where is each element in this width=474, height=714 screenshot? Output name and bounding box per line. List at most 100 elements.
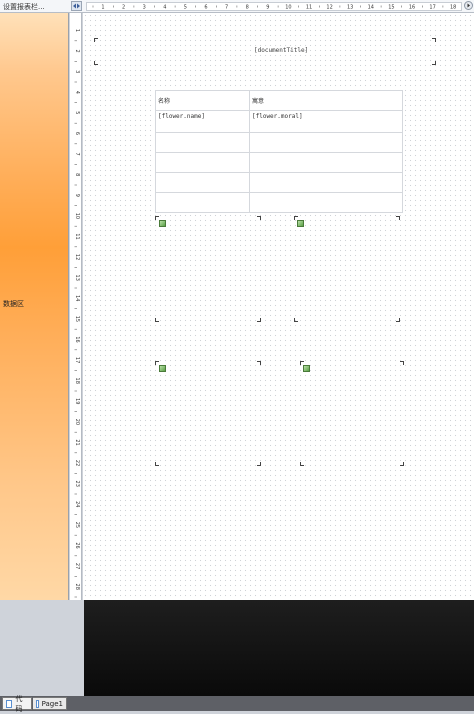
ruler-number: 20 <box>74 419 80 425</box>
ruler-number: 2 <box>122 5 125 10</box>
picture-icon[interactable] <box>159 220 166 227</box>
ruler-number: 27 <box>74 563 80 569</box>
ruler-number: 4 <box>74 91 80 94</box>
table-cell[interactable] <box>249 192 403 213</box>
vertical-ruler-ticks: 1234567891011121314151617181920212223242… <box>74 29 80 598</box>
image-box-corner-tr <box>396 216 400 220</box>
ruler-number: 14 <box>368 5 374 10</box>
image-box-corner-tr <box>257 361 261 365</box>
ruler-number: 28 <box>74 584 80 590</box>
image-box-corner-bl <box>294 318 298 322</box>
ruler-number: 18 <box>74 378 80 384</box>
ruler-number: 11 <box>306 5 312 10</box>
ruler-number: 2 <box>74 50 80 53</box>
table-header-cell[interactable]: 寓意 <box>249 90 403 111</box>
ruler-number: 3 <box>143 5 146 10</box>
horizontal-ruler-ticks: 1 2 3 4 5 6 7 8 9 10 11 12 13 14 15 16 17 18 <box>92 5 456 10</box>
ruler-number: 26 <box>74 542 80 548</box>
ruler-number: 19 <box>74 398 80 404</box>
image-box-corner-bl <box>155 318 159 322</box>
ruler-number: 6 <box>74 132 80 135</box>
table-header-row: 名称 寓意 <box>155 90 403 111</box>
ruler-number: 6 <box>204 5 207 10</box>
ruler-number: 13 <box>347 5 353 10</box>
title-box-corner-tr <box>432 38 436 42</box>
ruler-scroll-right-button[interactable] <box>464 1 473 10</box>
table-cell[interactable] <box>155 152 250 173</box>
data-table[interactable]: 名称 寓意 [flower.name] [flower.moral] <box>155 90 403 213</box>
table-cell[interactable] <box>249 172 403 193</box>
ruler-number: 17 <box>429 5 435 10</box>
band-label: 数据区 <box>3 300 24 308</box>
page-icon <box>36 699 39 708</box>
table-row <box>155 192 403 213</box>
table-row <box>155 172 403 193</box>
ruler-number: 9 <box>266 5 269 10</box>
image-box-corner-tr <box>400 361 404 365</box>
table-cell[interactable] <box>249 152 403 173</box>
ruler-number: 16 <box>409 5 415 10</box>
ruler-number: 7 <box>74 153 80 156</box>
picture-icon[interactable] <box>303 365 310 372</box>
bottom-left-filler <box>0 600 83 696</box>
title-box-corner-bl <box>94 61 98 65</box>
table-cell[interactable]: [flower.moral] <box>249 110 403 133</box>
ruler-number: 5 <box>184 5 187 10</box>
ruler-number: 13 <box>74 275 80 281</box>
table-cell[interactable] <box>155 132 250 153</box>
tab-page1[interactable]: Page1 <box>33 697 67 710</box>
ruler-number: 1 <box>101 5 104 10</box>
ruler-number: 4 <box>163 5 166 10</box>
document-title-field[interactable]: [documentTitle] <box>254 47 308 54</box>
ruler-number: 24 <box>74 501 80 507</box>
table-cell[interactable] <box>155 192 250 213</box>
ruler-number: 25 <box>74 522 80 528</box>
table-cell[interactable]: [flower.name] <box>155 110 250 133</box>
horizontal-ruler: 1 2 3 4 5 6 7 8 9 10 11 12 13 14 15 16 17 18 <box>86 2 462 11</box>
table-row <box>155 152 403 173</box>
collapse-panel-button[interactable] <box>71 1 82 11</box>
double-arrow-icon <box>73 3 80 9</box>
ruler-number: 14 <box>74 295 80 301</box>
code-file-icon <box>6 699 13 708</box>
ruler-number: 10 <box>74 213 80 219</box>
ruler-number: 7 <box>225 5 228 10</box>
image-box-corner-br <box>396 318 400 322</box>
report-band-settings-title[interactable]: 设置报表栏... <box>3 2 45 12</box>
ruler-number: 15 <box>74 316 80 322</box>
ruler-number: 23 <box>74 481 80 487</box>
ruler-number: 16 <box>74 336 80 342</box>
vertical-ruler: 1 2 3 4 5 6 7 8 9 10 11 12 13 14 15 16 17 18 19 20 21 22 23 24 2… <box>70 13 82 600</box>
ruler-number: 17 <box>74 357 80 363</box>
ruler-number: 3 <box>74 70 80 73</box>
ruler-number: 5 <box>74 111 80 114</box>
table-row <box>155 132 403 153</box>
ruler-number: 12 <box>74 254 80 260</box>
ruler-number: 18 <box>450 5 456 10</box>
chevron-right-icon <box>467 3 470 8</box>
table-cell[interactable] <box>249 132 403 153</box>
tab-code[interactable]: 代码 <box>2 695 32 713</box>
ruler-number: 9 <box>74 194 80 197</box>
ruler-number: 15 <box>388 5 394 10</box>
image-box-corner-br <box>257 318 261 322</box>
ruler-number: 12 <box>326 5 332 10</box>
picture-icon[interactable] <box>297 220 304 227</box>
image-box-corner-bl <box>300 462 304 466</box>
output-panel <box>84 600 474 696</box>
picture-icon[interactable] <box>159 365 166 372</box>
table-row: [flower.name] [flower.moral] <box>155 110 403 133</box>
image-box-corner-bl <box>155 462 159 466</box>
ruler-number: 11 <box>74 233 80 239</box>
table-cell[interactable] <box>155 172 250 193</box>
tab-label: Page1 <box>41 699 63 708</box>
image-box-corner-br <box>257 462 261 466</box>
ruler-number: 8 <box>74 173 80 176</box>
ruler-number: 1 <box>74 29 80 32</box>
ruler-number: 10 <box>285 5 291 10</box>
title-box-corner-tl <box>94 38 98 42</box>
page-tab-bar <box>0 696 474 711</box>
image-box-corner-br <box>400 462 404 466</box>
ruler-number: 22 <box>74 460 80 466</box>
table-header-cell[interactable]: 名称 <box>155 90 250 111</box>
